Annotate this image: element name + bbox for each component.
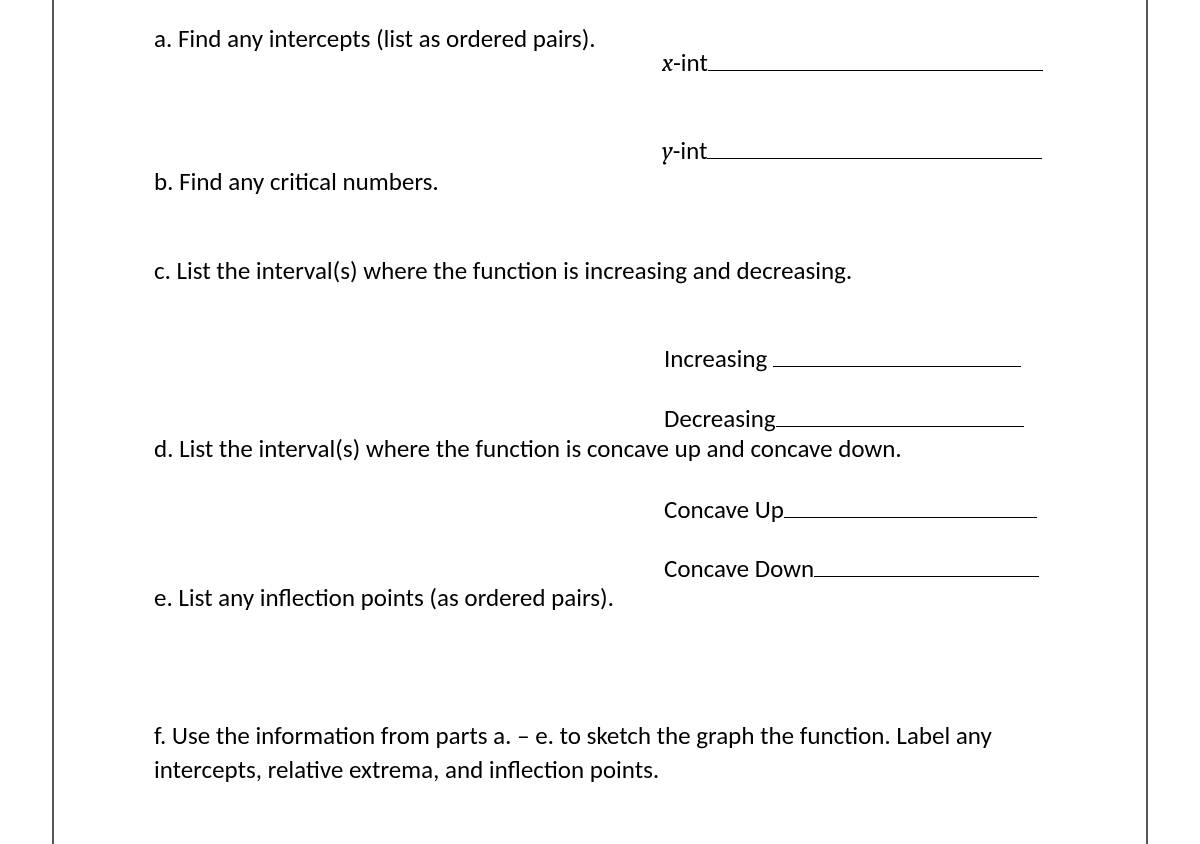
increasing-blank[interactable] xyxy=(773,366,1021,367)
question-e: e. List any inflection points (as ordere… xyxy=(154,582,614,613)
x-var: x xyxy=(662,49,673,78)
y-int-suffix: -int xyxy=(673,135,708,166)
concave-up-label: Concave Up xyxy=(664,494,784,525)
y-intercept-label: y-int xyxy=(662,135,707,166)
decreasing-blank[interactable] xyxy=(776,426,1024,427)
concave-down-label: Concave Down xyxy=(664,553,814,584)
concave-up-blank[interactable] xyxy=(784,517,1037,518)
question-a: a. Find any intercepts (list as ordered … xyxy=(154,23,596,54)
y-intercept-row: y-int xyxy=(662,135,1042,166)
question-c: c. List the interval(s) where the functi… xyxy=(154,255,852,286)
increasing-label: Increasing xyxy=(664,343,767,374)
worksheet-page: a. Find any intercepts (list as ordered … xyxy=(52,0,1148,844)
y-intercept-blank[interactable] xyxy=(707,158,1042,159)
y-var: y xyxy=(662,137,673,166)
x-int-suffix: -int xyxy=(673,47,708,78)
concave-down-row: Concave Down xyxy=(664,553,1039,584)
x-intercept-blank[interactable] xyxy=(708,70,1043,71)
decreasing-label: Decreasing xyxy=(664,403,776,434)
concave-down-blank[interactable] xyxy=(814,576,1039,577)
concave-up-row: Concave Up xyxy=(664,494,1037,525)
x-intercept-label: x-int xyxy=(662,47,708,78)
decreasing-row: Decreasing xyxy=(664,403,1024,434)
question-f: f. Use the information from parts a. – e… xyxy=(154,719,1074,787)
question-d: d. List the interval(s) where the functi… xyxy=(154,433,902,464)
question-b: b. Find any critical numbers. xyxy=(154,166,439,197)
increasing-row: Increasing xyxy=(664,343,1021,374)
x-intercept-row: x-int xyxy=(662,47,1043,78)
